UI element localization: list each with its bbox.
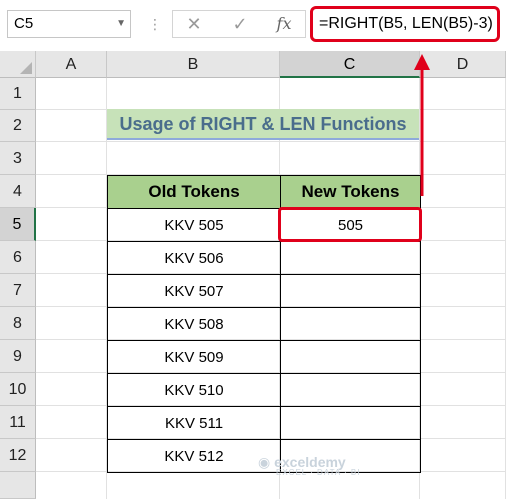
annotation-arrow [414,54,430,196]
arrow-head [414,54,430,70]
watermark-logo-icon: ◉ [258,454,275,470]
watermark: ◉ exceldemy EXCEL · DATA · BI [258,454,360,477]
